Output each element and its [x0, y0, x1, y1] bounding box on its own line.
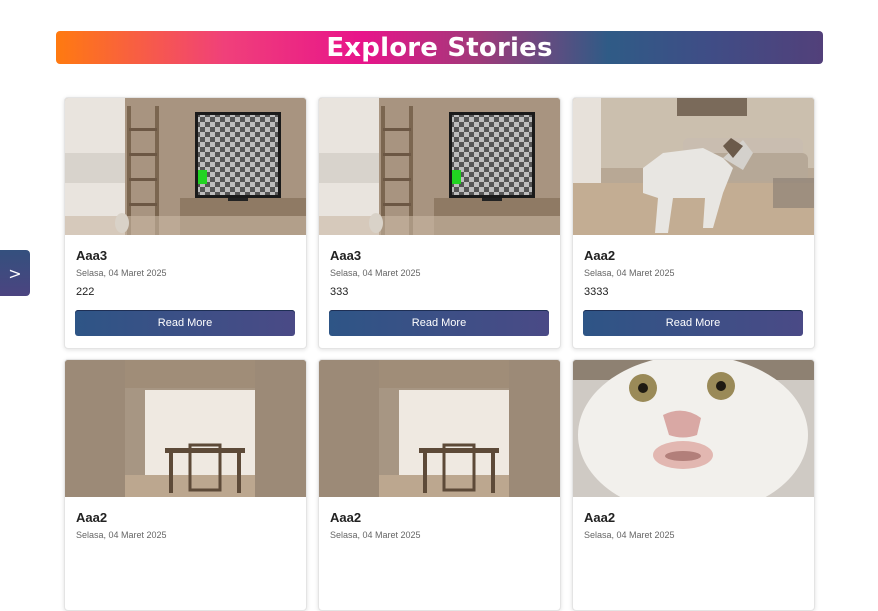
dining-room-image [319, 360, 560, 497]
story-date: Selasa, 04 Maret 2025 [330, 268, 421, 278]
read-more-button[interactable]: Read More [583, 310, 803, 336]
story-thumbnail[interactable] [319, 98, 560, 235]
story-thumbnail[interactable] [573, 98, 814, 235]
cat-face-image [573, 360, 814, 497]
page-title-banner: Explore Stories [56, 31, 823, 64]
living-room-tv-image [65, 98, 306, 235]
story-card: Aaa2 Selasa, 04 Maret 2025 [318, 359, 561, 611]
read-more-button[interactable]: Read More [329, 310, 549, 336]
story-title: Aaa2 [76, 510, 108, 525]
story-card: Aaa2 Selasa, 04 Maret 2025 [572, 359, 815, 611]
story-title: Aaa3 [76, 248, 108, 263]
living-room-dog-image [573, 98, 814, 235]
dining-room-image [65, 360, 306, 497]
story-excerpt: 3333 [584, 286, 609, 298]
story-title: Aaa2 [584, 510, 616, 525]
story-date: Selasa, 04 Maret 2025 [76, 530, 167, 540]
story-title: Aaa2 [330, 510, 362, 525]
story-thumbnail[interactable] [65, 360, 306, 497]
story-title: Aaa2 [584, 248, 616, 263]
story-excerpt: 222 [76, 286, 95, 298]
story-card: Aaa3 Selasa, 04 Maret 2025 222 Read More [64, 97, 307, 349]
read-more-button[interactable]: Read More [75, 310, 295, 336]
story-excerpt: 333 [330, 286, 349, 298]
chevron-right-icon: > [8, 263, 22, 283]
story-thumbnail[interactable] [573, 360, 814, 497]
story-thumbnail[interactable] [65, 98, 306, 235]
story-card: Aaa2 Selasa, 04 Maret 2025 [64, 359, 307, 611]
checker-pattern [198, 115, 278, 195]
story-date: Selasa, 04 Maret 2025 [584, 530, 675, 540]
sidebar-toggle-button[interactable]: > [0, 250, 30, 296]
story-card: Aaa2 Selasa, 04 Maret 2025 3333 Read Mor… [572, 97, 815, 349]
story-date: Selasa, 04 Maret 2025 [584, 268, 675, 278]
story-title: Aaa3 [330, 248, 362, 263]
page-title: Explore Stories [326, 32, 553, 63]
living-room-tv-image [319, 98, 560, 235]
story-date: Selasa, 04 Maret 2025 [330, 530, 421, 540]
story-thumbnail[interactable] [319, 360, 560, 497]
story-card: Aaa3 Selasa, 04 Maret 2025 333 Read More [318, 97, 561, 349]
story-date: Selasa, 04 Maret 2025 [76, 268, 167, 278]
